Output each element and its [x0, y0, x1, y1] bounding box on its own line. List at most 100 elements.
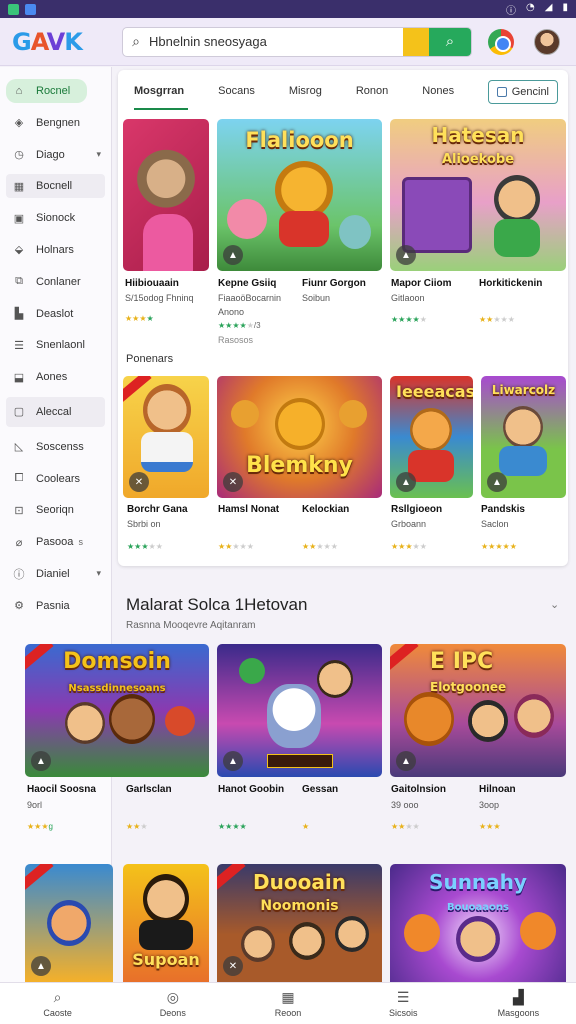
- game-tile[interactable]: Domsoin Nsassdinnesoans ▲: [25, 644, 209, 777]
- character-art: [335, 916, 369, 952]
- browser-icon[interactable]: [488, 28, 514, 55]
- building-icon: ▙: [14, 308, 24, 321]
- sidebar-item-9[interactable]: ⬓ Aones: [6, 365, 105, 389]
- game-tile[interactable]: Ieeeacas ▲: [390, 376, 473, 498]
- play-icon[interactable]: ▲: [31, 956, 51, 976]
- game-subtitle: Soibun: [302, 293, 331, 303]
- tab-4[interactable]: Nones: [422, 70, 454, 112]
- sidebar-item-7[interactable]: ▙ Deaslot: [6, 302, 105, 326]
- game-title[interactable]: Gaitolnsion: [391, 784, 446, 795]
- game-art-title: Hatesan Alioekobe: [396, 125, 560, 167]
- play-icon[interactable]: ▲: [223, 245, 243, 265]
- wifi-icon: ◔: [526, 1, 535, 13]
- play-icon[interactable]: ✕: [223, 472, 243, 492]
- tab-2[interactable]: Misrog: [289, 70, 322, 112]
- game-tile[interactable]: Duooain Noomonis ✕: [217, 864, 382, 982]
- search-button[interactable]: ⌕: [429, 27, 471, 56]
- game-tile[interactable]: ▲: [217, 644, 382, 777]
- game-tile[interactable]: Flaliooon ▲: [217, 119, 382, 271]
- play-icon[interactable]: ▲: [396, 472, 416, 492]
- mic-button[interactable]: [403, 27, 429, 56]
- tab-3[interactable]: Ronon: [356, 70, 388, 112]
- game-title[interactable]: Hanot Goobin: [218, 784, 284, 795]
- character-art: [143, 874, 189, 924]
- new-ribbon: [25, 864, 54, 892]
- sidebar-item-8[interactable]: ☰ Snenlaonl: [6, 333, 105, 357]
- game-tile[interactable]: E IPC Elotgoonee ▲: [390, 644, 566, 777]
- game-tile[interactable]: ▲: [25, 864, 113, 982]
- bottom-nav-1[interactable]: ◎ Deons: [115, 983, 230, 1024]
- sidebar-item-6[interactable]: ⧉ Conlaner: [6, 270, 105, 294]
- game-title[interactable]: Mapor Ciiom: [391, 278, 452, 289]
- game-title[interactable]: Pandskis: [481, 504, 525, 515]
- sidebar-item-14[interactable]: ⌀ Pasooa s: [6, 530, 105, 554]
- game-title[interactable]: Hamsl Nonat: [218, 504, 279, 515]
- game-art-title-line2: Bouoaaons: [447, 902, 509, 913]
- game-tile[interactable]: Hatesan Alioekobe ▲: [390, 119, 566, 271]
- signal-icon: ◢: [544, 1, 553, 13]
- sidebar-item-2[interactable]: ◷ Diago ▾: [6, 143, 105, 167]
- game-title[interactable]: Borchr Gana: [127, 504, 188, 515]
- sidebar-item-11[interactable]: ◺ Soscenss: [6, 435, 105, 459]
- game-title[interactable]: Hiibiouaain: [125, 278, 179, 289]
- general-button[interactable]: Gencinl: [487, 80, 558, 104]
- game-tile[interactable]: ✕: [123, 376, 209, 498]
- sidebar-item-home[interactable]: ⌂ Rocnel: [6, 79, 87, 103]
- bottom-nav-label: Sicsois: [388, 1008, 418, 1018]
- character-shirt: [279, 211, 329, 247]
- game-title[interactable]: Rsllgioeon: [391, 504, 442, 515]
- play-icon[interactable]: ▲: [396, 245, 416, 265]
- rating-stars: ★: [302, 822, 310, 831]
- tab-1[interactable]: Socans: [218, 70, 255, 112]
- chevron-down-icon[interactable]: ⌄: [550, 598, 559, 611]
- game-title[interactable]: Haocil Soosna: [27, 784, 96, 795]
- app-logo[interactable]: GAVK: [12, 28, 112, 56]
- play-icon[interactable]: ✕: [129, 472, 149, 492]
- bottom-nav-3[interactable]: ☰ Sicsois: [346, 983, 461, 1024]
- sidebar: ⌂ Rocnel ◈ Bengnen ◷ Diago ▾ ▦ Bocnell ▣ Siono…: [0, 67, 112, 982]
- game-title[interactable]: Fiunr Gorgon: [302, 278, 366, 289]
- sidebar-item-label: Pasnia: [36, 599, 70, 612]
- bottom-nav-4[interactable]: ▟ Masgoons: [461, 983, 576, 1024]
- play-icon[interactable]: ✕: [223, 956, 243, 976]
- sidebar-item-3[interactable]: ▦ Bocnell: [6, 174, 105, 199]
- character-art: [410, 408, 452, 452]
- avatar[interactable]: [534, 28, 560, 55]
- game-title[interactable]: Kelockian: [302, 504, 349, 515]
- sidebar-item-label: Bocnell: [36, 180, 73, 193]
- play-icon[interactable]: ▲: [223, 751, 243, 771]
- sidebar-item-12[interactable]: ⧠ Coolears: [6, 467, 105, 491]
- game-tile[interactable]: [123, 119, 209, 271]
- sidebar-item-1[interactable]: ◈ Bengnen: [6, 111, 105, 135]
- clock-icon: ◷: [14, 149, 24, 162]
- rating-stars: ★★★★: [218, 822, 247, 831]
- sidebar-item-4[interactable]: ▣ Sionock: [6, 206, 105, 230]
- sidebar-item-10[interactable]: ▢ Aleccal: [6, 396, 105, 427]
- game-tile[interactable]: Sunnahy Bouoaaons: [390, 864, 566, 982]
- game-title[interactable]: Garlsclan: [126, 784, 172, 795]
- game-title[interactable]: Hilnoan: [479, 784, 516, 795]
- sidebar-item-label: Bengnen: [36, 116, 81, 129]
- game-tile[interactable]: Supoan: [123, 864, 209, 982]
- game-title[interactable]: Kepne Gsiiq: [218, 278, 276, 289]
- tab-0[interactable]: Mosgrran: [134, 70, 189, 112]
- bottom-nav-2[interactable]: ▦ Reoon: [230, 983, 345, 1024]
- play-icon[interactable]: ▲: [487, 472, 507, 492]
- game-title[interactable]: Gessan: [302, 784, 338, 795]
- sidebar-item-13[interactable]: ⊡ Seoriqn: [6, 498, 105, 522]
- sidebar-item-16[interactable]: ⚙ Pasnia: [6, 594, 105, 618]
- play-icon[interactable]: ▲: [396, 751, 416, 771]
- game-title[interactable]: Horkitickenin: [479, 278, 542, 289]
- chevron-down-icon: ▾: [96, 568, 101, 579]
- search-input[interactable]: [149, 34, 403, 49]
- play-icon[interactable]: ▲: [31, 751, 51, 771]
- bottom-nav-0[interactable]: ⌕ Caoste: [0, 983, 115, 1024]
- square-icon: [496, 87, 507, 97]
- app-icon: [8, 3, 19, 15]
- game-tile[interactable]: Liwarcolz ▲: [481, 376, 566, 498]
- sidebar-item-5[interactable]: ⬙ Holnars: [6, 238, 105, 262]
- sidebar-item-label: Aones: [36, 371, 68, 384]
- sidebar-item-15[interactable]: ⓘ Dianiel ▾: [6, 562, 105, 586]
- general-button-label: Gencinl: [511, 86, 549, 98]
- game-tile[interactable]: Blemkny ✕: [217, 376, 382, 498]
